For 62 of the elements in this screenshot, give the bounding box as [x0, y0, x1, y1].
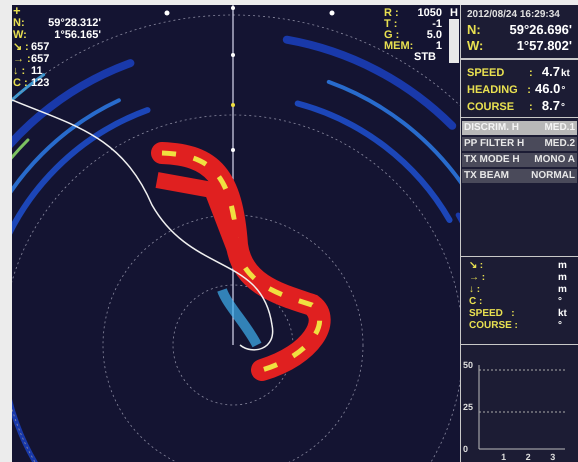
target-label: ↘ :	[469, 260, 484, 272]
setting-label: G :	[384, 30, 400, 41]
cursor-mark: +	[13, 5, 22, 17]
menu-item[interactable]: TX BEAM NORMAL	[462, 169, 577, 183]
separator: :	[529, 100, 534, 114]
target-label: C :	[469, 296, 482, 308]
unit-label: m	[558, 260, 568, 272]
unit-label: m	[558, 284, 568, 296]
target-label: ↓ :	[469, 284, 480, 296]
x-tick-label: 3	[550, 452, 556, 462]
readout-value: 11	[31, 65, 43, 77]
setting-value: 5.0	[426, 30, 442, 41]
navigation-value: 46.0	[535, 82, 560, 96]
unit-label: kt	[560, 67, 571, 81]
unit-label: kt	[558, 308, 568, 320]
readout-label: C :	[13, 77, 27, 89]
navigation-label: SPEED	[467, 66, 506, 80]
setting-value: -1	[432, 19, 442, 30]
setting-label: T :	[384, 19, 398, 30]
coordinate-label: W:	[467, 38, 484, 54]
readout-value: 657	[31, 53, 50, 65]
target-label: COURSE :	[469, 320, 518, 332]
x-tick-label: 1	[501, 452, 506, 462]
unit-label: °	[558, 296, 563, 308]
unit-label: °	[558, 320, 563, 332]
unit-label: °	[560, 84, 566, 98]
mode-label: STB	[414, 52, 437, 63]
gain-meter	[449, 19, 459, 63]
readout-label: ↘ :	[13, 41, 27, 53]
menu-item[interactable]: TX MODE H MONO A	[462, 153, 577, 167]
y-tick-label: 25	[463, 402, 474, 412]
menu-item[interactable]: PP FILTER H MED.2	[462, 137, 577, 151]
gain-label: H	[450, 7, 458, 19]
setting-label: R :	[384, 8, 399, 19]
coordinate-value: 59°28.312'	[47, 17, 101, 29]
setting-label: MEM:	[384, 41, 414, 52]
target-label: SPEED :	[469, 308, 515, 320]
coordinate-label: N:	[13, 17, 26, 29]
readout-value: 657	[31, 41, 50, 53]
readout-label: ↓ :	[13, 65, 26, 77]
coordinate-value: 59°26.696'	[509, 22, 572, 38]
navigation-label: COURSE	[467, 100, 516, 114]
y-tick-label: 50	[463, 360, 474, 370]
coordinate-value: 1°57.802'	[516, 38, 572, 54]
navigation-value: 4.7	[542, 65, 560, 79]
separator: :	[529, 66, 534, 80]
target-label: → :	[469, 272, 486, 284]
setting-value: 1	[436, 41, 442, 52]
unit-label: °	[560, 101, 566, 115]
y-tick-label: 0	[463, 444, 468, 454]
navigation-value: 8.7	[542, 99, 560, 113]
coordinate-label: W:	[13, 29, 27, 41]
separator: :	[527, 83, 532, 97]
navigation-label: HEADING	[467, 83, 519, 97]
unit-label: m	[558, 272, 568, 284]
setting-value: 1050	[418, 8, 442, 19]
coordinate-label: N:	[467, 22, 481, 38]
date-time: 2012/08/24 16:29:34	[467, 8, 561, 22]
bar-chart: 0 25 50 1 2 3	[461, 357, 571, 462]
x-tick-label: 2	[526, 452, 531, 462]
coordinate-value: 1°56.165'	[53, 29, 101, 41]
readout-value: 123	[31, 77, 50, 89]
